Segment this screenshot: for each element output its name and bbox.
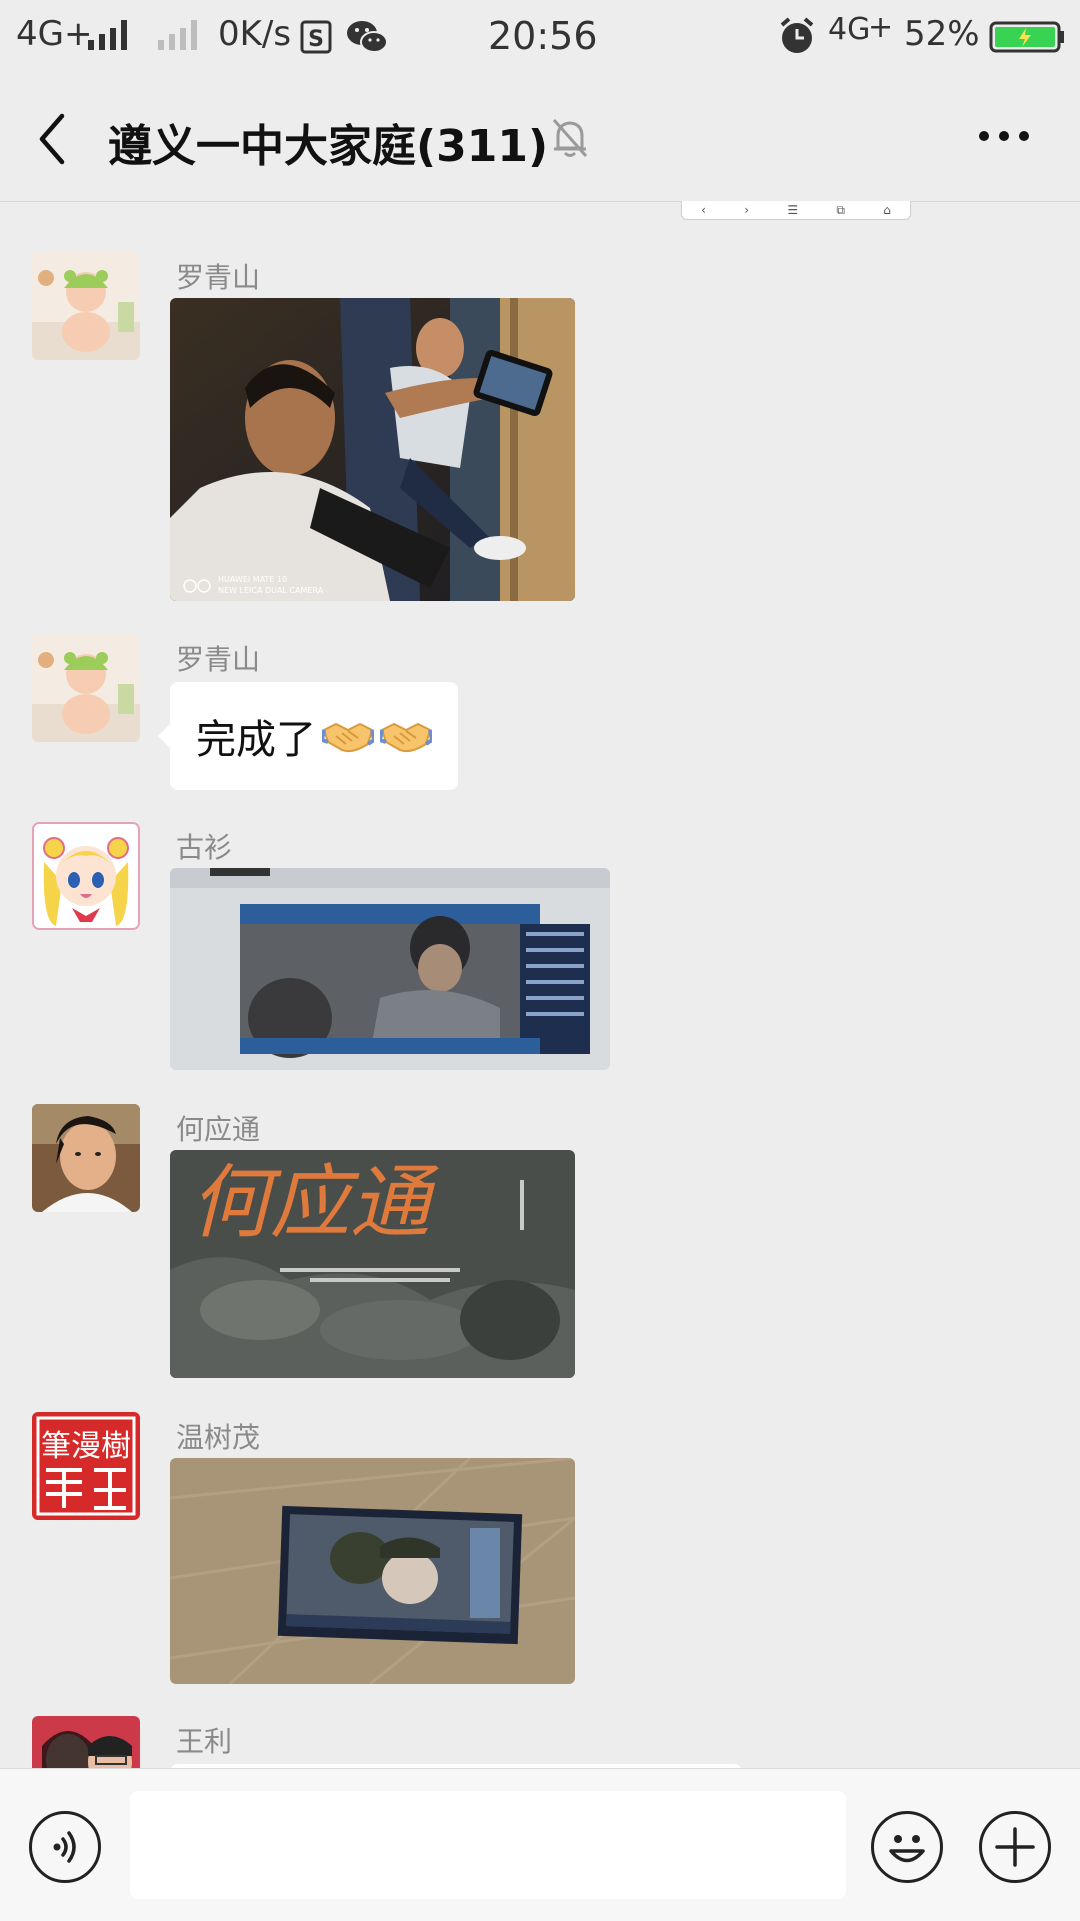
- avatar[interactable]: [32, 634, 140, 742]
- photo-watermark-line1: HUAWEI MATE 10: [218, 575, 287, 584]
- mini-browser-bar[interactable]: ‹ › ☰ ⧉ ⌂: [681, 201, 911, 220]
- message-bubble[interactable]: 完成了: [158, 682, 458, 790]
- message-photo[interactable]: [170, 1458, 575, 1684]
- mini-home-icon[interactable]: ⌂: [883, 203, 891, 217]
- emoji-button[interactable]: [871, 1811, 943, 1883]
- clock: 20:56: [488, 14, 598, 58]
- plus-icon: [995, 1827, 1035, 1867]
- mini-menu-icon[interactable]: ☰: [787, 203, 798, 217]
- handshake-icon: [380, 722, 432, 753]
- message-text: 完成了: [196, 717, 316, 763]
- sender-name: 罗青山: [176, 261, 261, 294]
- signal-strength-secondary-icon: [158, 18, 197, 50]
- network-type-right: 4G: [828, 12, 871, 47]
- s-app-icon: S: [300, 20, 332, 54]
- handshake-icon: [322, 722, 374, 753]
- image-title-text: 何应通: [190, 1156, 439, 1249]
- avatar-seal-text: 筆漫樹: [41, 1429, 131, 1464]
- avatar[interactable]: [32, 1104, 140, 1212]
- sender-name: 温树茂: [176, 1421, 261, 1454]
- mini-window-icon[interactable]: ⧉: [836, 203, 845, 218]
- status-bar: 4G+ 0K/s S 20:56 4G + 52%: [0, 0, 1080, 76]
- mini-back-icon[interactable]: ‹: [701, 203, 706, 217]
- message-photo[interactable]: [170, 868, 610, 1070]
- avatar[interactable]: [32, 1716, 140, 1768]
- sender-name: 王利: [176, 1725, 233, 1758]
- back-icon[interactable]: [34, 112, 70, 166]
- network-speed: 0K/s: [218, 14, 292, 54]
- more-options-icon[interactable]: [976, 128, 1032, 144]
- sender-name: 罗青山: [176, 643, 261, 676]
- battery-icon: [989, 21, 1064, 53]
- network-type-right-plus: +: [868, 10, 894, 45]
- alarm-icon: [780, 17, 814, 53]
- message-photo[interactable]: 何应通: [170, 1150, 575, 1378]
- voice-input-button[interactable]: [29, 1811, 101, 1883]
- svg-text:S: S: [308, 27, 324, 52]
- chat-title: 遵义一中大家庭(311): [108, 121, 549, 172]
- mini-forward-icon[interactable]: ›: [744, 203, 749, 217]
- network-type-left: 4G+: [16, 14, 93, 54]
- emoji-icon: [889, 1835, 925, 1863]
- message-item: 王利: [0, 1716, 1080, 1768]
- photo-watermark-line2: NEW LEICA DUAL CAMERA: [218, 586, 324, 595]
- sender-name: 何应通: [176, 1113, 261, 1146]
- chat-header: 遵义一中大家庭(311): [0, 76, 1080, 202]
- sender-name: 古衫: [176, 831, 233, 864]
- more-functions-button[interactable]: [979, 1811, 1051, 1883]
- wechat-icon: [347, 21, 388, 53]
- message-input[interactable]: [130, 1791, 846, 1899]
- message-photo[interactable]: HUAWEI MATE 10 NEW LEICA DUAL CAMERA: [170, 298, 575, 601]
- signal-strength-icon: [88, 18, 127, 50]
- voice-icon: [53, 1831, 76, 1863]
- avatar[interactable]: 筆漫樹: [32, 1412, 140, 1520]
- battery-percent: 52%: [904, 14, 980, 54]
- chat-input-bar: [0, 1768, 1080, 1921]
- avatar[interactable]: [32, 822, 140, 930]
- mute-bell-icon: [552, 119, 588, 157]
- avatar[interactable]: [32, 252, 140, 360]
